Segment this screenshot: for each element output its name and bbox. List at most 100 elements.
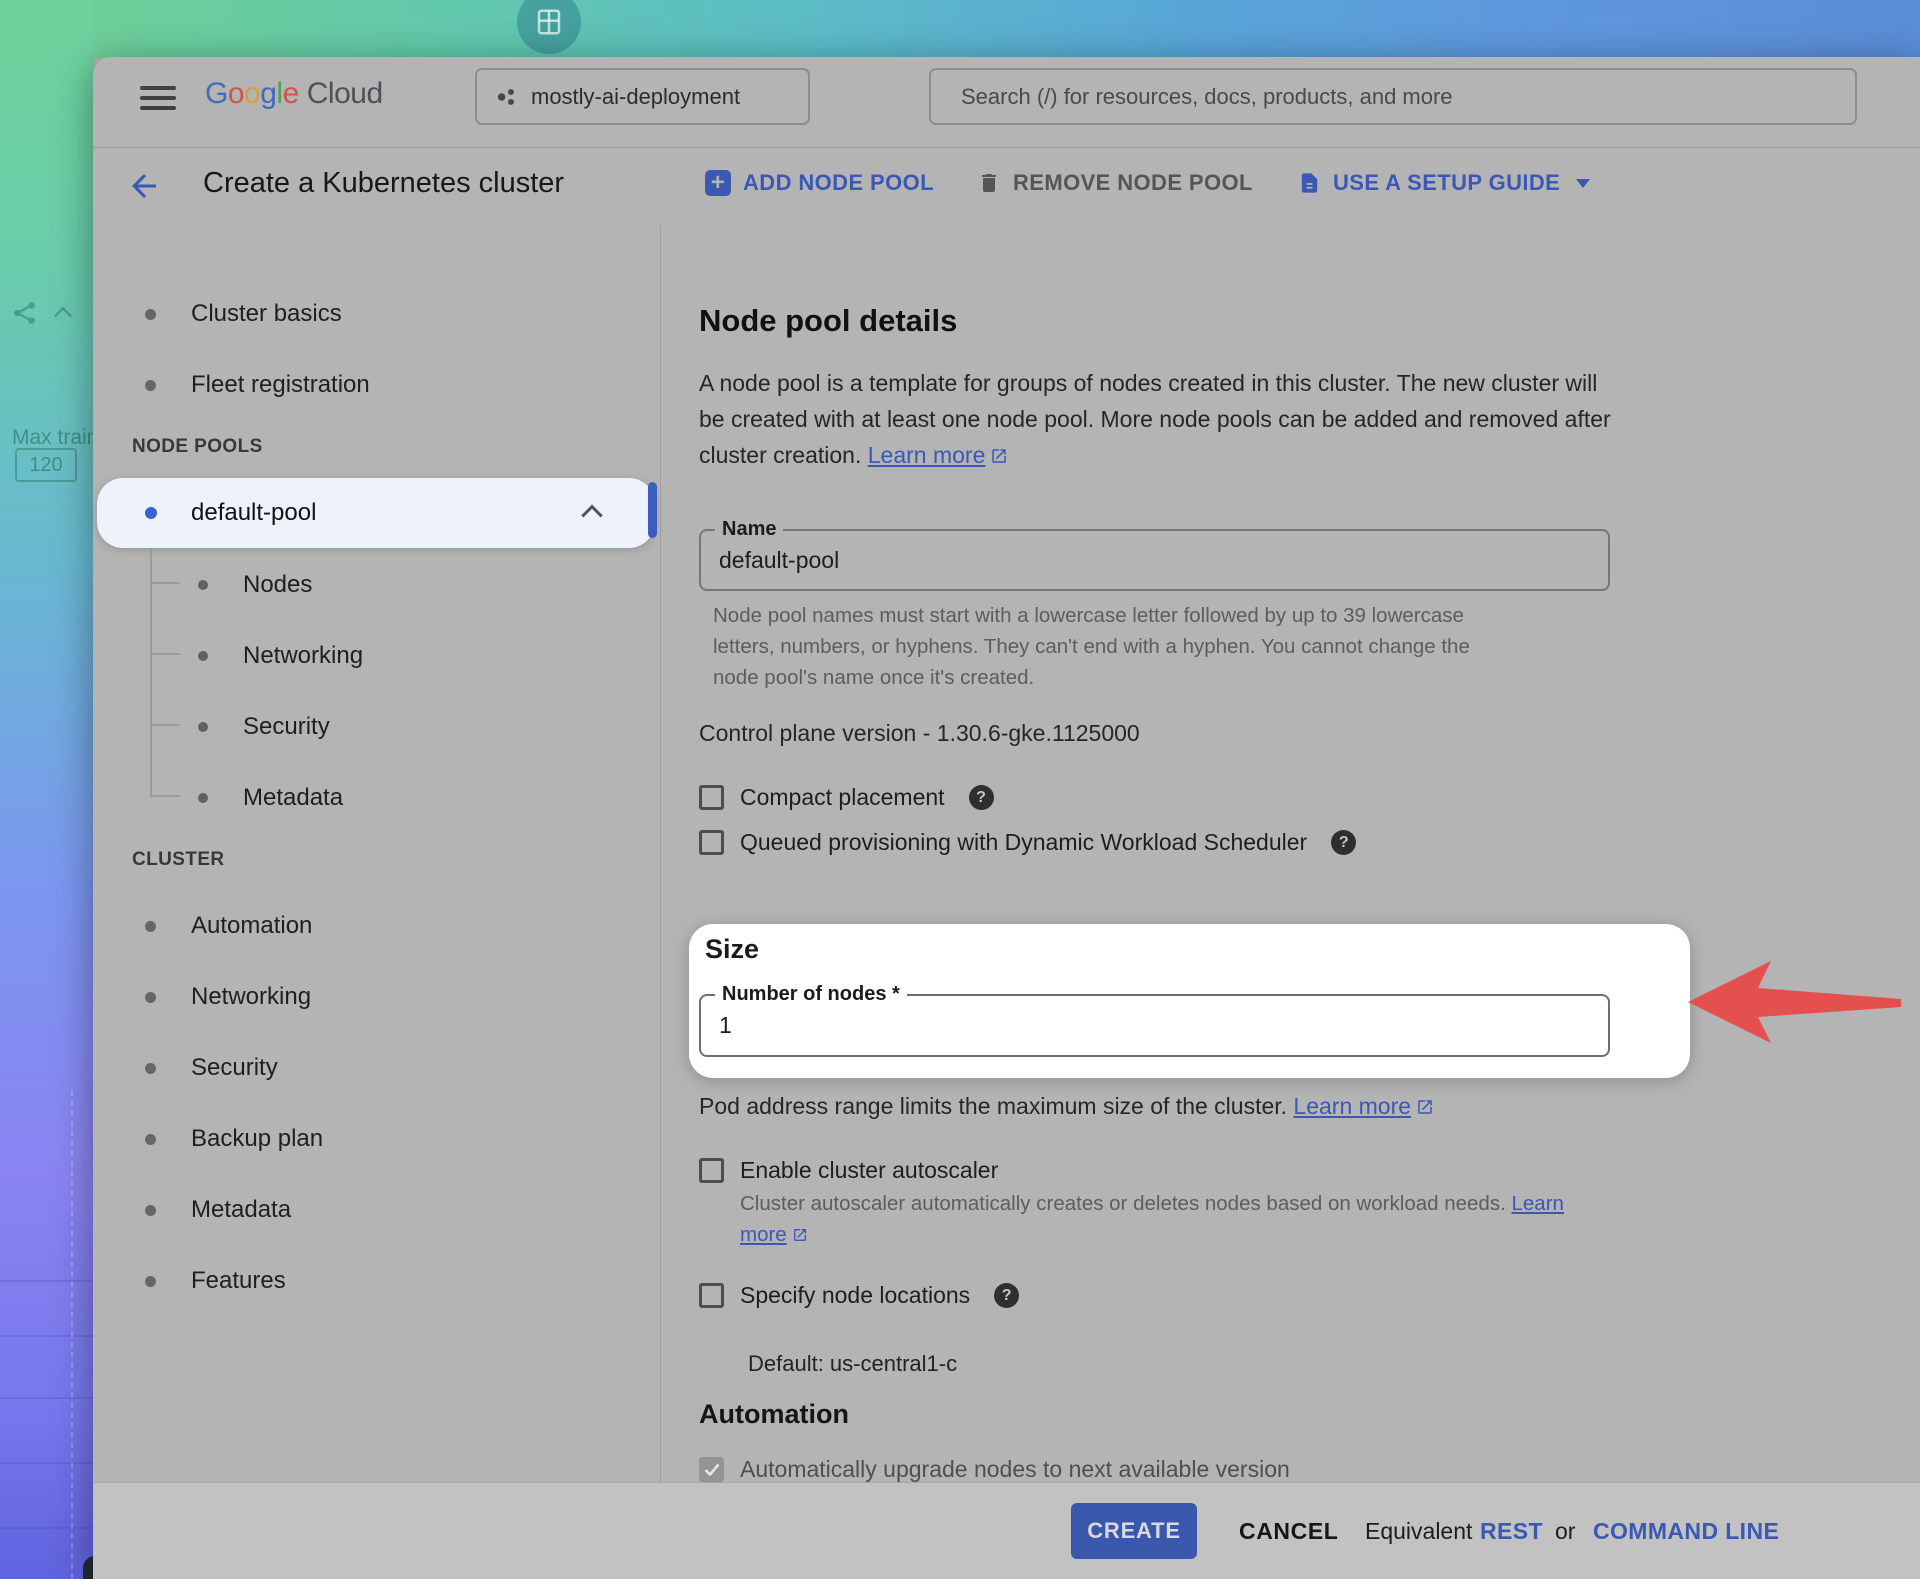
arrow-back-icon[interactable]	[126, 168, 162, 204]
step-dot-icon	[198, 580, 208, 590]
cluster-autoscaler-label: Enable cluster autoscaler	[740, 1157, 998, 1184]
sidebar-divider	[660, 225, 661, 1482]
step-dot-icon	[145, 1205, 156, 1216]
logo-letter: g	[260, 77, 276, 110]
sidebar-item-nodes[interactable]: Nodes	[198, 571, 312, 599]
sidebar-section-cluster: CLUSTER	[132, 849, 225, 871]
step-dot-icon	[145, 1063, 156, 1074]
background-left-gradient	[0, 0, 94, 1579]
chevron-up-icon[interactable]	[579, 503, 605, 519]
background-gridline	[0, 1462, 94, 1464]
cluster-autoscaler-description: Cluster autoscaler automatically creates…	[740, 1188, 1600, 1250]
sidebar-item-backup-plan[interactable]: Backup plan	[145, 1125, 323, 1153]
background-gridline	[0, 1280, 94, 1282]
section-title: Node pool details	[699, 303, 957, 339]
background-dashed-line	[71, 1090, 73, 1579]
google-cloud-logo: GoogleCloud	[205, 77, 383, 111]
sidebar-item-metadata[interactable]: Metadata	[145, 1196, 291, 1224]
learn-more-label: Learn more	[1293, 1093, 1411, 1119]
nav-scrollbar-thumb[interactable]	[648, 482, 657, 538]
project-selector[interactable]: mostly-ai-deployment	[475, 68, 810, 125]
sidebar-item-pool-security[interactable]: Security	[198, 713, 330, 741]
logo-letter: o	[228, 77, 244, 110]
compact-placement-label: Compact placement	[740, 784, 945, 811]
tree-connector	[150, 582, 180, 584]
help-icon[interactable]: ?	[1331, 830, 1356, 855]
app-bar: GoogleCloud mostly-ai-deployment Search …	[93, 57, 1920, 148]
sidebar-item-label: Metadata	[191, 1196, 291, 1224]
intro-paragraph: A node pool is a template for groups of …	[699, 365, 1629, 473]
queued-provisioning-checkbox[interactable]	[699, 830, 724, 855]
sidebar-item-features[interactable]: Features	[145, 1267, 286, 1295]
use-setup-guide-label: USE A SETUP GUIDE	[1333, 170, 1560, 196]
sidebar-item-fleet-registration[interactable]: Fleet registration	[145, 371, 370, 399]
compact-placement-row: Compact placement ?	[699, 784, 994, 811]
pod-range-learn-more-link[interactable]: Learn more	[1293, 1093, 1434, 1119]
project-name: mostly-ai-deployment	[531, 84, 740, 110]
setup-guide-doc-icon	[1298, 170, 1321, 196]
tree-connector	[150, 653, 180, 655]
page-title: Create a Kubernetes cluster	[203, 167, 564, 200]
auto-upgrade-checkbox-checked[interactable]	[699, 1457, 724, 1482]
or-label: or	[1555, 1483, 1575, 1579]
command-line-link[interactable]: COMMAND LINE	[1593, 1483, 1779, 1579]
cluster-autoscaler-row: Enable cluster autoscaler	[699, 1157, 998, 1184]
screen: Max trainin 120 GoogleCloud mostly-ai-de…	[0, 0, 1920, 1579]
check-icon	[704, 1463, 720, 1476]
default-location-text: Default: us-central1-c	[748, 1351, 957, 1377]
name-field[interactable]: Name default-pool	[699, 529, 1610, 591]
compact-placement-checkbox[interactable]	[699, 785, 724, 810]
equivalent-label: Equivalent	[1365, 1483, 1472, 1579]
background-gridline	[0, 1527, 94, 1529]
sidebar-item-label: Nodes	[243, 571, 312, 599]
intro-learn-more-link[interactable]: Learn more	[868, 442, 1009, 468]
sidebar-item-label: Automation	[191, 912, 312, 940]
logo-letter: G	[205, 77, 228, 110]
step-dot-icon	[198, 651, 208, 661]
node-locations-checkbox[interactable]	[699, 1283, 724, 1308]
annotation-arrow	[1583, 947, 1920, 1067]
trash-icon	[977, 170, 1001, 196]
search-input[interactable]: Search (/) for resources, docs, products…	[929, 68, 1857, 125]
pod-range-label: Pod address range limits the maximum siz…	[699, 1093, 1287, 1119]
sidebar-item-cluster-basics[interactable]: Cluster basics	[145, 300, 342, 328]
number-of-nodes-field[interactable]: Number of nodes * 1	[699, 994, 1610, 1057]
sidebar-item-networking[interactable]: Networking	[145, 983, 311, 1011]
sidebar-item-automation[interactable]: Automation	[145, 912, 312, 940]
hamburger-menu-icon[interactable]	[140, 80, 176, 116]
number-of-nodes-label: Number of nodes *	[715, 983, 907, 1006]
sidebar-item-security[interactable]: Security	[145, 1054, 278, 1082]
queued-provisioning-label: Queued provisioning with Dynamic Workloa…	[740, 829, 1307, 856]
caret-down-icon	[1576, 179, 1590, 188]
rest-link[interactable]: REST	[1480, 1483, 1543, 1579]
sidebar-item-label: Security	[191, 1054, 278, 1082]
cancel-button[interactable]: CANCEL	[1239, 1483, 1338, 1579]
sidebar-item-pool-metadata[interactable]: Metadata	[198, 784, 343, 812]
background-gridline	[0, 1335, 94, 1337]
chevron-up-faint-icon	[52, 304, 74, 320]
remove-node-pool-label: REMOVE NODE POOL	[1013, 170, 1253, 196]
step-dot-icon	[145, 1276, 156, 1287]
cluster-autoscaler-checkbox[interactable]	[699, 1158, 724, 1183]
create-button[interactable]: CREATE	[1071, 1503, 1197, 1559]
step-dot-active-icon	[145, 507, 157, 519]
add-node-pool-button[interactable]: + ADD NODE POOL	[705, 170, 934, 196]
auto-upgrade-label: Automatically upgrade nodes to next avai…	[740, 1456, 1290, 1483]
size-section-spotlight: Size Number of nodes * 1	[689, 924, 1690, 1078]
node-locations-row: Specify node locations ?	[699, 1282, 1019, 1309]
help-icon[interactable]: ?	[994, 1283, 1019, 1308]
help-icon[interactable]: ?	[969, 785, 994, 810]
remove-node-pool-button[interactable]: REMOVE NODE POOL	[977, 170, 1253, 196]
external-link-icon	[792, 1227, 808, 1243]
sidebar-item-default-pool[interactable]: default-pool	[97, 478, 655, 548]
use-setup-guide-button[interactable]: USE A SETUP GUIDE	[1298, 170, 1590, 196]
step-dot-icon	[145, 309, 156, 320]
sidebar-item-pool-networking[interactable]: Networking	[198, 642, 363, 670]
queued-provisioning-row: Queued provisioning with Dynamic Workloa…	[699, 829, 1356, 856]
footer-bar: CREATE CANCEL Equivalent REST or COMMAND…	[93, 1482, 1920, 1579]
sidebar-item-label: Backup plan	[191, 1125, 323, 1153]
background-top-gradient	[0, 0, 1920, 58]
logo-letter: o	[244, 77, 260, 110]
number-of-nodes-value: 1	[719, 996, 732, 1055]
sidebar-item-label: default-pool	[191, 499, 316, 527]
